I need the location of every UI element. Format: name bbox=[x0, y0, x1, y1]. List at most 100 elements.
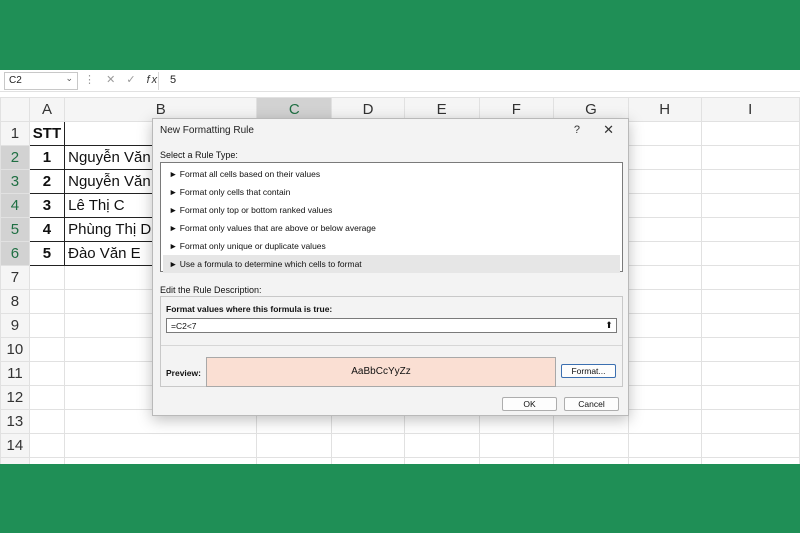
cell[interactable] bbox=[28, 409, 66, 434]
cancel-entry-icon[interactable]: ✕ bbox=[106, 74, 117, 86]
cell[interactable] bbox=[28, 433, 66, 458]
cell[interactable] bbox=[627, 145, 702, 170]
cell[interactable] bbox=[28, 313, 66, 338]
cell[interactable] bbox=[553, 433, 629, 458]
cell[interactable] bbox=[331, 433, 405, 458]
row-header[interactable]: 4 bbox=[0, 193, 30, 218]
cell[interactable] bbox=[64, 457, 258, 464]
cell-stt[interactable]: 5 bbox=[28, 241, 66, 266]
cell[interactable] bbox=[627, 217, 702, 242]
row-header[interactable]: 8 bbox=[0, 289, 30, 314]
cell[interactable] bbox=[403, 457, 480, 464]
cell[interactable] bbox=[28, 361, 66, 386]
cell[interactable] bbox=[28, 265, 66, 290]
formula-field[interactable]: =C2<7 ⬆ bbox=[166, 318, 617, 333]
row-header[interactable]: 9 bbox=[0, 313, 30, 338]
cell[interactable] bbox=[700, 457, 800, 464]
cell-stt[interactable]: 4 bbox=[28, 217, 66, 242]
column-header[interactable]: A bbox=[28, 97, 66, 122]
cell[interactable] bbox=[64, 433, 258, 458]
cell[interactable] bbox=[700, 289, 800, 314]
cell[interactable] bbox=[28, 385, 66, 410]
name-box[interactable]: C2 ⌄ bbox=[4, 72, 78, 90]
cell[interactable] bbox=[553, 457, 629, 464]
cell[interactable] bbox=[28, 337, 66, 362]
cell[interactable] bbox=[331, 457, 405, 464]
cell[interactable] bbox=[256, 457, 333, 464]
cell[interactable] bbox=[627, 169, 702, 194]
column-header[interactable]: I bbox=[700, 97, 800, 122]
formula-bar-divider bbox=[158, 72, 159, 90]
cell[interactable] bbox=[627, 289, 702, 314]
row-header[interactable]: 13 bbox=[0, 409, 30, 434]
cell-stt[interactable]: 2 bbox=[28, 169, 66, 194]
dialog-title: New Formatting Rule bbox=[160, 125, 254, 136]
cell[interactable] bbox=[627, 385, 702, 410]
name-box-value: C2 bbox=[9, 75, 22, 86]
cell[interactable] bbox=[403, 433, 480, 458]
cell[interactable] bbox=[627, 241, 702, 266]
cell[interactable] bbox=[627, 265, 702, 290]
rule-type-item[interactable]: ► Format only values that are above or b… bbox=[163, 219, 620, 237]
rule-type-item[interactable]: ► Format only unique or duplicate values bbox=[163, 237, 620, 255]
select-all-corner[interactable] bbox=[0, 97, 30, 122]
row-header[interactable]: 11 bbox=[0, 361, 30, 386]
row-header[interactable]: 5 bbox=[0, 217, 30, 242]
cell[interactable] bbox=[28, 289, 66, 314]
close-icon[interactable]: ✕ bbox=[603, 122, 614, 138]
format-button[interactable]: Format... bbox=[561, 364, 616, 378]
chevron-down-icon[interactable]: ⌄ bbox=[65, 73, 73, 84]
row-header[interactable]: 1 bbox=[0, 121, 30, 146]
enter-entry-icon[interactable]: ✓ bbox=[126, 74, 137, 86]
row-header[interactable]: 2 bbox=[0, 145, 30, 170]
cell[interactable] bbox=[700, 409, 800, 434]
cell[interactable] bbox=[627, 433, 702, 458]
cell[interactable] bbox=[700, 217, 800, 242]
rule-type-item-selected[interactable]: ► Use a formula to determine which cells… bbox=[163, 255, 620, 273]
rule-type-item[interactable]: ► Format only top or bottom ranked value… bbox=[163, 201, 620, 219]
help-icon[interactable]: ? bbox=[574, 124, 580, 136]
cell[interactable] bbox=[478, 457, 555, 464]
cell[interactable] bbox=[627, 457, 702, 464]
row-header[interactable]: 14 bbox=[0, 433, 30, 458]
row-header[interactable]: 3 bbox=[0, 169, 30, 194]
cell[interactable] bbox=[700, 265, 800, 290]
cell[interactable] bbox=[700, 337, 800, 362]
row-header[interactable]: 12 bbox=[0, 385, 30, 410]
cell[interactable] bbox=[627, 337, 702, 362]
cell-header-stt[interactable]: STT bbox=[28, 121, 66, 146]
column-header[interactable]: H bbox=[627, 97, 702, 122]
cell[interactable] bbox=[627, 193, 702, 218]
row-header[interactable]: 10 bbox=[0, 337, 30, 362]
cell-stt[interactable]: 3 bbox=[28, 193, 66, 218]
cell[interactable] bbox=[700, 313, 800, 338]
cell[interactable] bbox=[627, 121, 702, 146]
cell[interactable] bbox=[700, 433, 800, 458]
cell[interactable] bbox=[627, 313, 702, 338]
row-header[interactable]: 15 bbox=[0, 457, 30, 464]
cell[interactable] bbox=[700, 145, 800, 170]
row-header[interactable]: 6 bbox=[0, 241, 30, 266]
cell[interactable] bbox=[700, 121, 800, 146]
row-header[interactable]: 7 bbox=[0, 265, 30, 290]
select-rule-type-label: Select a Rule Type: bbox=[160, 150, 238, 160]
rule-type-item[interactable]: ► Format all cells based on their values bbox=[163, 165, 620, 183]
ok-button[interactable]: OK bbox=[502, 397, 557, 411]
cell-stt[interactable]: 1 bbox=[28, 145, 66, 170]
formula-input[interactable]: 5 bbox=[170, 74, 176, 86]
cell[interactable] bbox=[700, 241, 800, 266]
collapse-dialog-icon[interactable]: ⬆ bbox=[603, 320, 615, 331]
cancel-button[interactable]: Cancel bbox=[564, 397, 619, 411]
preview-label: Preview: bbox=[166, 368, 201, 378]
cell[interactable] bbox=[700, 169, 800, 194]
cell[interactable] bbox=[627, 409, 702, 434]
cell[interactable] bbox=[700, 385, 800, 410]
rule-type-item[interactable]: ► Format only cells that contain bbox=[163, 183, 620, 201]
cell[interactable] bbox=[28, 457, 66, 464]
cell[interactable] bbox=[478, 433, 555, 458]
edit-rule-description-label: Edit the Rule Description: bbox=[160, 285, 262, 295]
cell[interactable] bbox=[627, 361, 702, 386]
cell[interactable] bbox=[256, 433, 333, 458]
cell[interactable] bbox=[700, 361, 800, 386]
cell[interactable] bbox=[700, 193, 800, 218]
